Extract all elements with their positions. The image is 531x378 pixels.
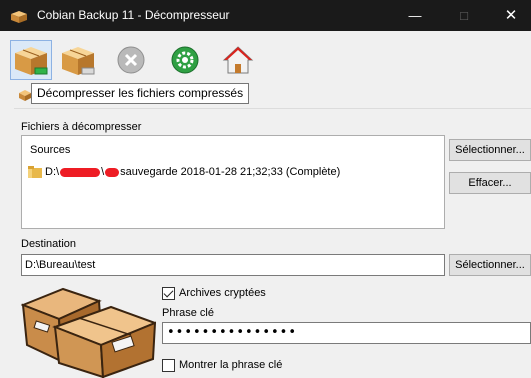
redaction-mark xyxy=(60,167,101,177)
tab-panel-border xyxy=(14,108,531,109)
toolbar-tooltip: Décompresser les fichiers compressés xyxy=(31,83,250,104)
show-passphrase-label: Montrer la phrase clé xyxy=(179,359,283,371)
redaction-mark xyxy=(105,167,120,177)
minimize-button[interactable]: — xyxy=(392,0,438,31)
box-tab-icon[interactable] xyxy=(18,89,32,101)
encrypted-archives-checkbox[interactable]: Archives cryptées xyxy=(162,286,266,300)
gear-icon xyxy=(171,46,199,74)
decompress-button[interactable] xyxy=(10,40,52,80)
settings-button[interactable] xyxy=(164,40,206,80)
passphrase-label: Phrase clé xyxy=(162,307,214,319)
files-section-label: Fichiers à décompresser xyxy=(21,121,142,133)
checkbox-box[interactable] xyxy=(162,286,175,300)
home-button[interactable] xyxy=(217,40,259,80)
folder-icon xyxy=(28,166,42,178)
toolbar xyxy=(0,31,531,87)
destination-field[interactable]: D:\Bureau\test xyxy=(21,254,445,276)
app-box-icon xyxy=(11,11,27,23)
box-green-arrow-icon xyxy=(15,47,48,75)
clear-sources-button[interactable]: Effacer... xyxy=(449,172,531,194)
checkbox-box[interactable] xyxy=(162,358,175,372)
boxes-illustration xyxy=(21,287,156,378)
select-destination-button[interactable]: Sélectionner... xyxy=(449,254,531,276)
select-sources-button[interactable]: Sélectionner... xyxy=(449,139,531,161)
list-item[interactable]: D:\ \ sauvegarde 2018-01-28 21;32;33 (Co… xyxy=(28,164,340,180)
sources-list-header: Sources xyxy=(30,144,71,156)
house-icon xyxy=(222,46,254,74)
maximize-button[interactable]: □ xyxy=(441,0,487,31)
decompress-to-button[interactable] xyxy=(57,40,99,80)
encrypted-archives-label: Archives cryptées xyxy=(179,287,266,299)
show-passphrase-checkbox[interactable]: Montrer la phrase clé xyxy=(162,358,282,372)
box-gray-icon xyxy=(62,47,95,75)
destination-label: Destination xyxy=(21,238,77,250)
title-bar: Cobian Backup 11 - Décompresseur — □ ✕ xyxy=(0,0,531,31)
cancel-button[interactable] xyxy=(110,40,152,80)
sources-list[interactable]: Sources D:\ \ sauvegarde 2018-01-28 21;3… xyxy=(21,135,445,229)
source-path-separator: \ xyxy=(101,166,105,178)
close-button[interactable]: ✕ xyxy=(488,0,531,31)
source-path-prefix: D:\ xyxy=(45,166,60,178)
source-path-suffix: sauvegarde 2018-01-28 21;32;33 (Complète… xyxy=(120,166,341,178)
window-title: Cobian Backup 11 - Décompresseur xyxy=(37,8,230,22)
passphrase-field[interactable]: ••••••••••••••• xyxy=(162,322,531,344)
cancel-circle-icon xyxy=(117,46,145,74)
